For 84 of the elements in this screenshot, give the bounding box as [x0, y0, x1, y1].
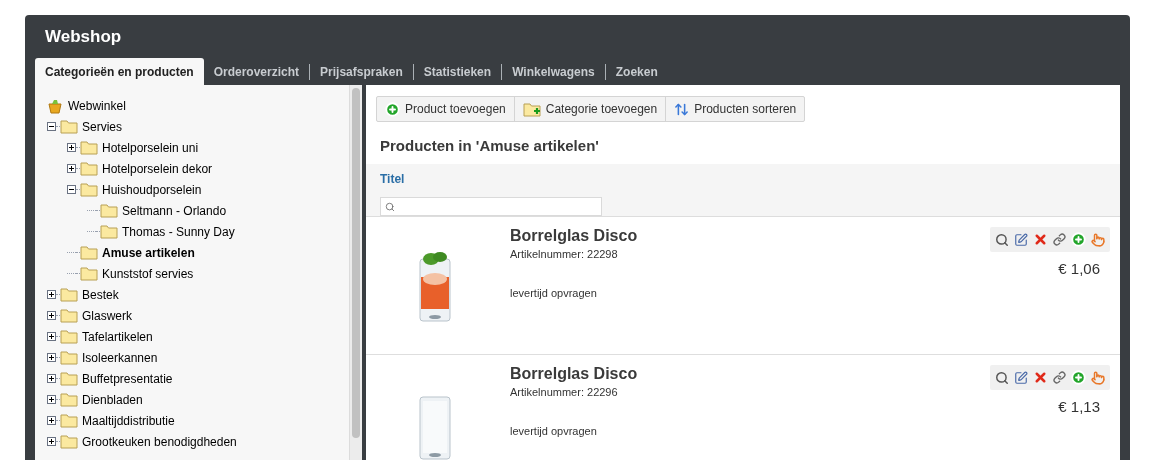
toolbar-button[interactable]: Categorie toevoegen [513, 97, 666, 121]
tree-item[interactable]: Hotelporselein dekor [102, 159, 213, 178]
basket-icon [47, 97, 63, 114]
add-icon [385, 101, 400, 117]
expand-toggle[interactable] [47, 395, 56, 404]
tree-item[interactable]: Glaswerk [82, 306, 132, 325]
tree-item[interactable]: Amuse artikelen [102, 243, 195, 262]
tab[interactable]: Winkelwagens [502, 58, 605, 85]
expand-toggle[interactable] [47, 290, 56, 299]
tab[interactable]: Prijsafspraken [310, 58, 413, 85]
folder-icon [80, 161, 98, 176]
product-name[interactable]: Borrelglas Disco [510, 365, 990, 383]
folder-add-icon [522, 101, 541, 117]
folder-icon [80, 245, 98, 260]
delivery-note: levertijd opvragen [510, 423, 598, 439]
expand-toggle[interactable] [67, 143, 76, 152]
folder-icon [100, 224, 118, 239]
delete-icon[interactable] [1033, 370, 1048, 385]
tree-item[interactable]: Servies [82, 117, 122, 136]
article-number: Artikelnummer: 22298 [510, 247, 619, 262]
tree-item[interactable]: Thomas - Sunny Day [122, 222, 235, 241]
edit-icon[interactable] [1014, 370, 1028, 385]
tree-root[interactable]: Webwinkel [68, 96, 126, 115]
hand-icon[interactable] [1091, 370, 1105, 385]
collapse-toggle[interactable] [47, 122, 56, 131]
tree-item[interactable]: Kunststof servies [102, 264, 194, 283]
tree-item[interactable]: Seltmann - Orlando [122, 201, 227, 220]
folder-icon [60, 371, 78, 386]
expand-toggle[interactable] [47, 416, 56, 425]
tree-item[interactable]: Bestek [82, 285, 119, 304]
window-title: Webshop [45, 25, 122, 48]
link-icon[interactable] [1053, 233, 1066, 246]
search-icon[interactable] [995, 232, 1009, 247]
expand-toggle[interactable] [47, 311, 56, 320]
tab[interactable]: Categorieën en producten [35, 58, 204, 85]
tree-item[interactable]: Maaltijddistributie [82, 411, 175, 430]
sort-icon [674, 101, 690, 117]
add-icon[interactable] [1071, 232, 1086, 247]
folder-icon [60, 434, 78, 449]
edit-icon[interactable] [1014, 232, 1028, 247]
toolbar-button[interactable]: Product toevoegen [377, 97, 514, 121]
tree-item[interactable]: Buffetpresentatie [82, 369, 173, 388]
tab[interactable]: Zoeken [605, 58, 668, 85]
tree-item[interactable]: Huishoudporselein [102, 180, 202, 199]
tree-item[interactable]: Isoleerkannen [82, 348, 158, 367]
folder-icon [60, 413, 78, 428]
product-name[interactable]: Borrelglas Disco [510, 227, 990, 245]
folder-icon [80, 182, 98, 197]
column-header[interactable]: Titel [380, 170, 1106, 188]
tree-item[interactable]: Grootkeuken benodigdheden [82, 432, 237, 451]
tab[interactable]: Statistieken [413, 58, 502, 85]
add-icon[interactable] [1071, 370, 1086, 385]
folder-icon [80, 266, 98, 281]
hand-icon[interactable] [1091, 232, 1105, 247]
tree-item[interactable]: Tafelartikelen [82, 327, 153, 346]
delivery-note: levertijd opvragen [510, 285, 598, 301]
expand-toggle[interactable] [47, 353, 56, 362]
collapse-toggle[interactable] [67, 185, 76, 194]
search-field[interactable] [380, 197, 602, 216]
folder-icon [60, 308, 78, 323]
folder-icon [60, 392, 78, 407]
expand-toggle[interactable] [67, 164, 76, 173]
expand-toggle[interactable] [47, 332, 56, 341]
folder-icon [60, 119, 78, 134]
price: € 1,13 [1058, 397, 1101, 417]
folder-icon [60, 329, 78, 344]
scrollbar-thumb[interactable] [352, 88, 360, 438]
price: € 1,06 [1058, 259, 1101, 279]
search-icon [385, 201, 395, 212]
toolbar-button[interactable]: Producten sorteren [665, 97, 805, 121]
folder-icon [100, 203, 118, 218]
tab[interactable]: Orderoverzicht [203, 58, 310, 85]
tree-item[interactable]: Hotelporselein uni [102, 138, 199, 157]
search-icon[interactable] [995, 370, 1009, 385]
expand-toggle[interactable] [47, 374, 56, 383]
delete-icon[interactable] [1033, 232, 1048, 247]
expand-toggle[interactable] [47, 437, 56, 446]
section-heading: Producten in 'Amuse artikelen' [380, 137, 599, 154]
folder-icon [60, 350, 78, 365]
folder-icon [80, 140, 98, 155]
tree-item[interactable]: Dienbladen [82, 390, 143, 409]
article-number: Artikelnummer: 22296 [510, 385, 619, 400]
folder-icon [60, 287, 78, 302]
link-icon[interactable] [1053, 371, 1066, 384]
